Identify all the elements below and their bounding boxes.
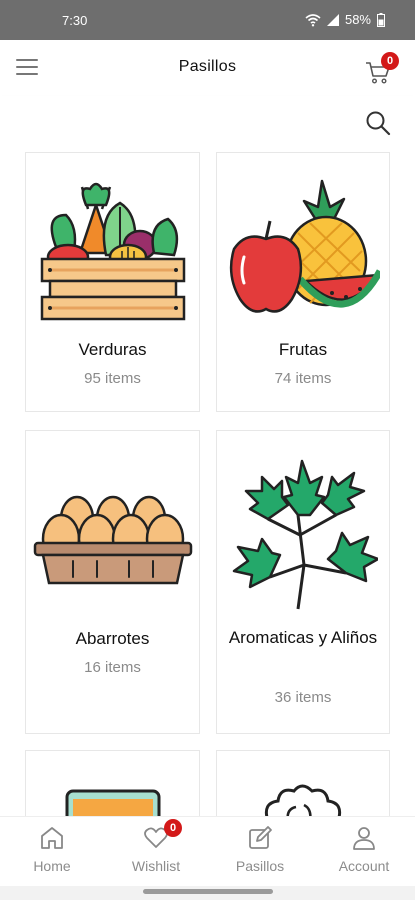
category-count: 36 items <box>274 689 332 706</box>
category-card-abarrotes[interactable]: Abarrotes 16 items <box>25 430 200 734</box>
cart-badge: 0 <box>381 52 399 70</box>
category-card-partial[interactable] <box>25 750 200 816</box>
cart-button[interactable]: 0 <box>365 52 399 86</box>
page-title: Pasillos <box>178 58 237 75</box>
nav-pasillos-label: Pasillos <box>235 858 285 874</box>
nav-account[interactable]: Account <box>314 817 414 887</box>
juice-glass-icon <box>65 789 160 816</box>
nav-wishlist-label: Wishlist <box>131 858 181 874</box>
nav-pasillos[interactable]: Pasillos <box>210 817 310 887</box>
category-name: Abarrotes <box>75 629 150 648</box>
user-icon <box>353 827 375 850</box>
nav-home[interactable]: Home <box>2 817 102 887</box>
wishlist-badge: 0 <box>164 819 182 837</box>
category-name: Verduras <box>78 340 147 359</box>
category-count: 95 items <box>84 370 141 387</box>
battery-percent: 58% <box>344 12 371 27</box>
eggs-carton-icon <box>33 495 192 585</box>
gesture-bar <box>0 886 415 900</box>
signal-icon <box>326 13 339 26</box>
category-card-frutas[interactable]: Frutas 74 items <box>216 152 390 412</box>
status-icons: 58% <box>305 12 385 27</box>
search-row <box>0 96 415 152</box>
home-indicator[interactable] <box>143 889 273 894</box>
category-name: Frutas <box>278 340 328 359</box>
wifi-icon <box>305 13 321 26</box>
fruits-icon <box>229 179 380 313</box>
home-icon <box>41 827 63 849</box>
category-card-partial[interactable] <box>216 750 390 816</box>
bottom-navigation: Home 0 Wishlist Pasillos Account <box>0 816 415 886</box>
category-card-aromaticas[interactable]: Aromaticas y Aliños 36 items <box>216 430 390 734</box>
battery-icon <box>377 12 385 27</box>
status-bar: 7:30 58% <box>0 0 415 40</box>
vegetables-crate-icon <box>40 182 185 321</box>
herbs-icon <box>232 459 378 610</box>
edit-icon <box>249 826 272 849</box>
nav-home-label: Home <box>33 858 71 874</box>
search-icon[interactable] <box>365 110 391 136</box>
category-count: 74 items <box>274 370 332 387</box>
nav-wishlist[interactable]: 0 Wishlist <box>106 817 206 887</box>
category-grid: Verduras 95 items Frutas 74 items Abarro… <box>0 152 415 816</box>
category-name: Aromaticas y Aliños <box>228 628 378 647</box>
app-bar: Pasillos 0 <box>0 40 415 96</box>
category-count: 16 items <box>84 659 141 676</box>
category-card-verduras[interactable]: Verduras 95 items <box>25 152 200 412</box>
nav-account-label: Account <box>338 858 390 874</box>
status-time: 7:30 <box>62 13 88 28</box>
cauliflower-icon <box>264 784 342 816</box>
